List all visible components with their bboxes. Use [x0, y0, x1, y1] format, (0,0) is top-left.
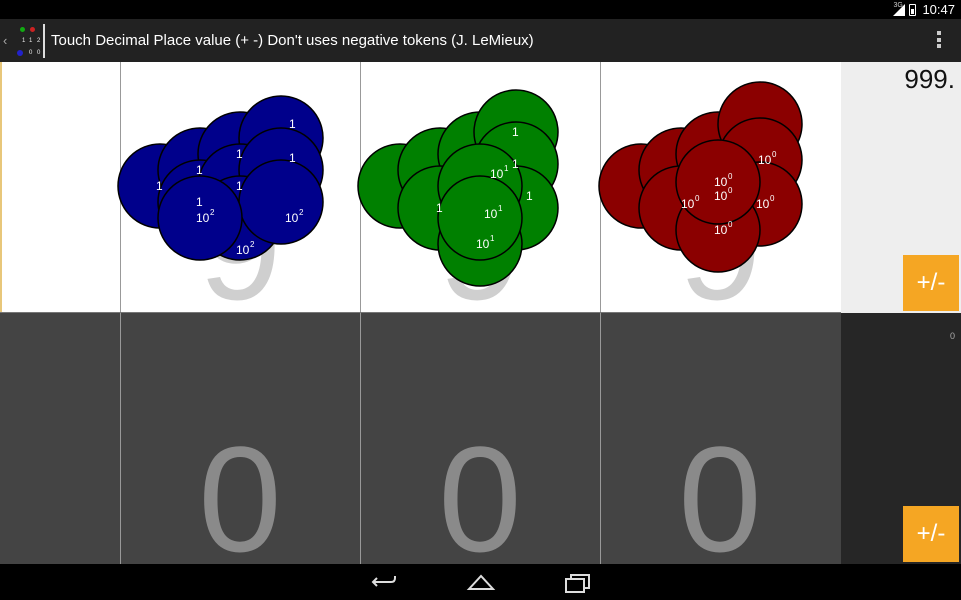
- tens-token-label: 1: [436, 201, 443, 215]
- hundreds-token[interactable]: [238, 159, 324, 245]
- hundreds-bottom-digit: 0: [198, 415, 282, 583]
- navigation-bar: [0, 564, 961, 600]
- sign-toggle-button-bottom[interactable]: +/-: [903, 506, 959, 562]
- hundreds-token-label: 1: [289, 151, 296, 165]
- hundreds-token-exponent: 2: [250, 240, 255, 249]
- ones-token-label: 10: [714, 175, 728, 189]
- ones-token-label: 10: [681, 197, 695, 211]
- ones-token-exponent: 0: [728, 172, 733, 181]
- tens-bottom-digit: 0: [438, 415, 522, 583]
- ones-token-label: 10: [756, 197, 770, 211]
- overflow-menu-icon[interactable]: [937, 31, 941, 48]
- app-logo-icon[interactable]: 1 1 2 0 0: [13, 23, 45, 58]
- value-panel-bottom: 0 +/-: [841, 313, 961, 564]
- ones-bottom-digit: 0: [678, 415, 762, 583]
- token-layer[interactable]: 111111110 210 210 2111110 110 110 110 010 010 010…: [0, 62, 841, 313]
- ones-token-exponent: 0: [728, 220, 733, 229]
- negative-value-readout: 0: [949, 331, 955, 341]
- home-icon[interactable]: [466, 570, 496, 594]
- logo-digit: 0: [37, 49, 41, 56]
- ones-token-exponent: 0: [728, 186, 733, 195]
- logo-green-dot: [20, 26, 25, 32]
- place-value-workspace: 9 9 9 0 0 0 1111111102102102111110110110…: [0, 62, 961, 574]
- cell-signal-icon: 3G: [893, 2, 906, 16]
- up-chevron-icon[interactable]: ‹: [3, 33, 13, 48]
- hundreds-token-label: 10: [285, 211, 299, 225]
- action-bar: ‹ 1 1 2 0 0 Touch Decimal Place value (+…: [0, 19, 961, 62]
- hundreds-token-label: 10: [196, 211, 210, 225]
- hundreds-token-label: 1: [289, 117, 296, 131]
- status-bar: 3G 10:47: [0, 0, 961, 19]
- logo-digit: 1: [29, 37, 33, 44]
- tens-token-exponent: 1: [504, 164, 509, 173]
- hundreds-token-label: 1: [196, 195, 203, 209]
- clock: 10:47: [922, 2, 955, 17]
- back-icon[interactable]: [369, 570, 399, 594]
- ones-token-exponent: 0: [770, 194, 775, 203]
- logo-digit: 0: [29, 49, 33, 56]
- tens-token-exponent: 1: [490, 234, 495, 243]
- tens-token-label: 1: [512, 157, 519, 171]
- logo-blue-dot: [17, 49, 23, 56]
- hundreds-token-exponent: 2: [299, 208, 304, 217]
- tens-token-label: 1: [526, 189, 533, 203]
- sign-toggle-button-top[interactable]: +/-: [903, 255, 959, 311]
- tens-token-label: 10: [484, 207, 498, 221]
- hundreds-token-label: 1: [156, 179, 163, 193]
- hundreds-token-label: 1: [196, 163, 203, 177]
- hundreds-token-label: 10: [236, 243, 250, 257]
- logo-digit: 1: [22, 37, 26, 44]
- app-title: Touch Decimal Place value (+ -) Don't us…: [51, 32, 534, 49]
- total-value-readout: 999.: [904, 64, 955, 94]
- ones-token-label: 10: [714, 223, 728, 237]
- tens-token-label: 10: [476, 237, 490, 251]
- tens-token-label: 10: [490, 167, 504, 181]
- tens-token-exponent: 1: [498, 204, 503, 213]
- hundreds-token-label: 1: [236, 147, 243, 161]
- battery-icon: [909, 3, 917, 16]
- ones-token-label: 10: [714, 189, 728, 203]
- logo-digit: 2: [37, 37, 41, 44]
- logo-divider: [43, 23, 45, 58]
- ones-token-exponent: 0: [772, 150, 777, 159]
- ones-token-label: 10: [758, 153, 772, 167]
- recents-icon[interactable]: [562, 570, 592, 594]
- hundreds-token-label: 1: [236, 179, 243, 193]
- logo-red-dot: [30, 26, 35, 32]
- hundreds-token-exponent: 2: [210, 208, 215, 217]
- value-panel-top: 999. +/-: [841, 62, 961, 313]
- tens-token-label: 1: [512, 125, 519, 139]
- ones-token-exponent: 0: [695, 194, 700, 203]
- status-icons: 3G 10:47: [893, 2, 955, 17]
